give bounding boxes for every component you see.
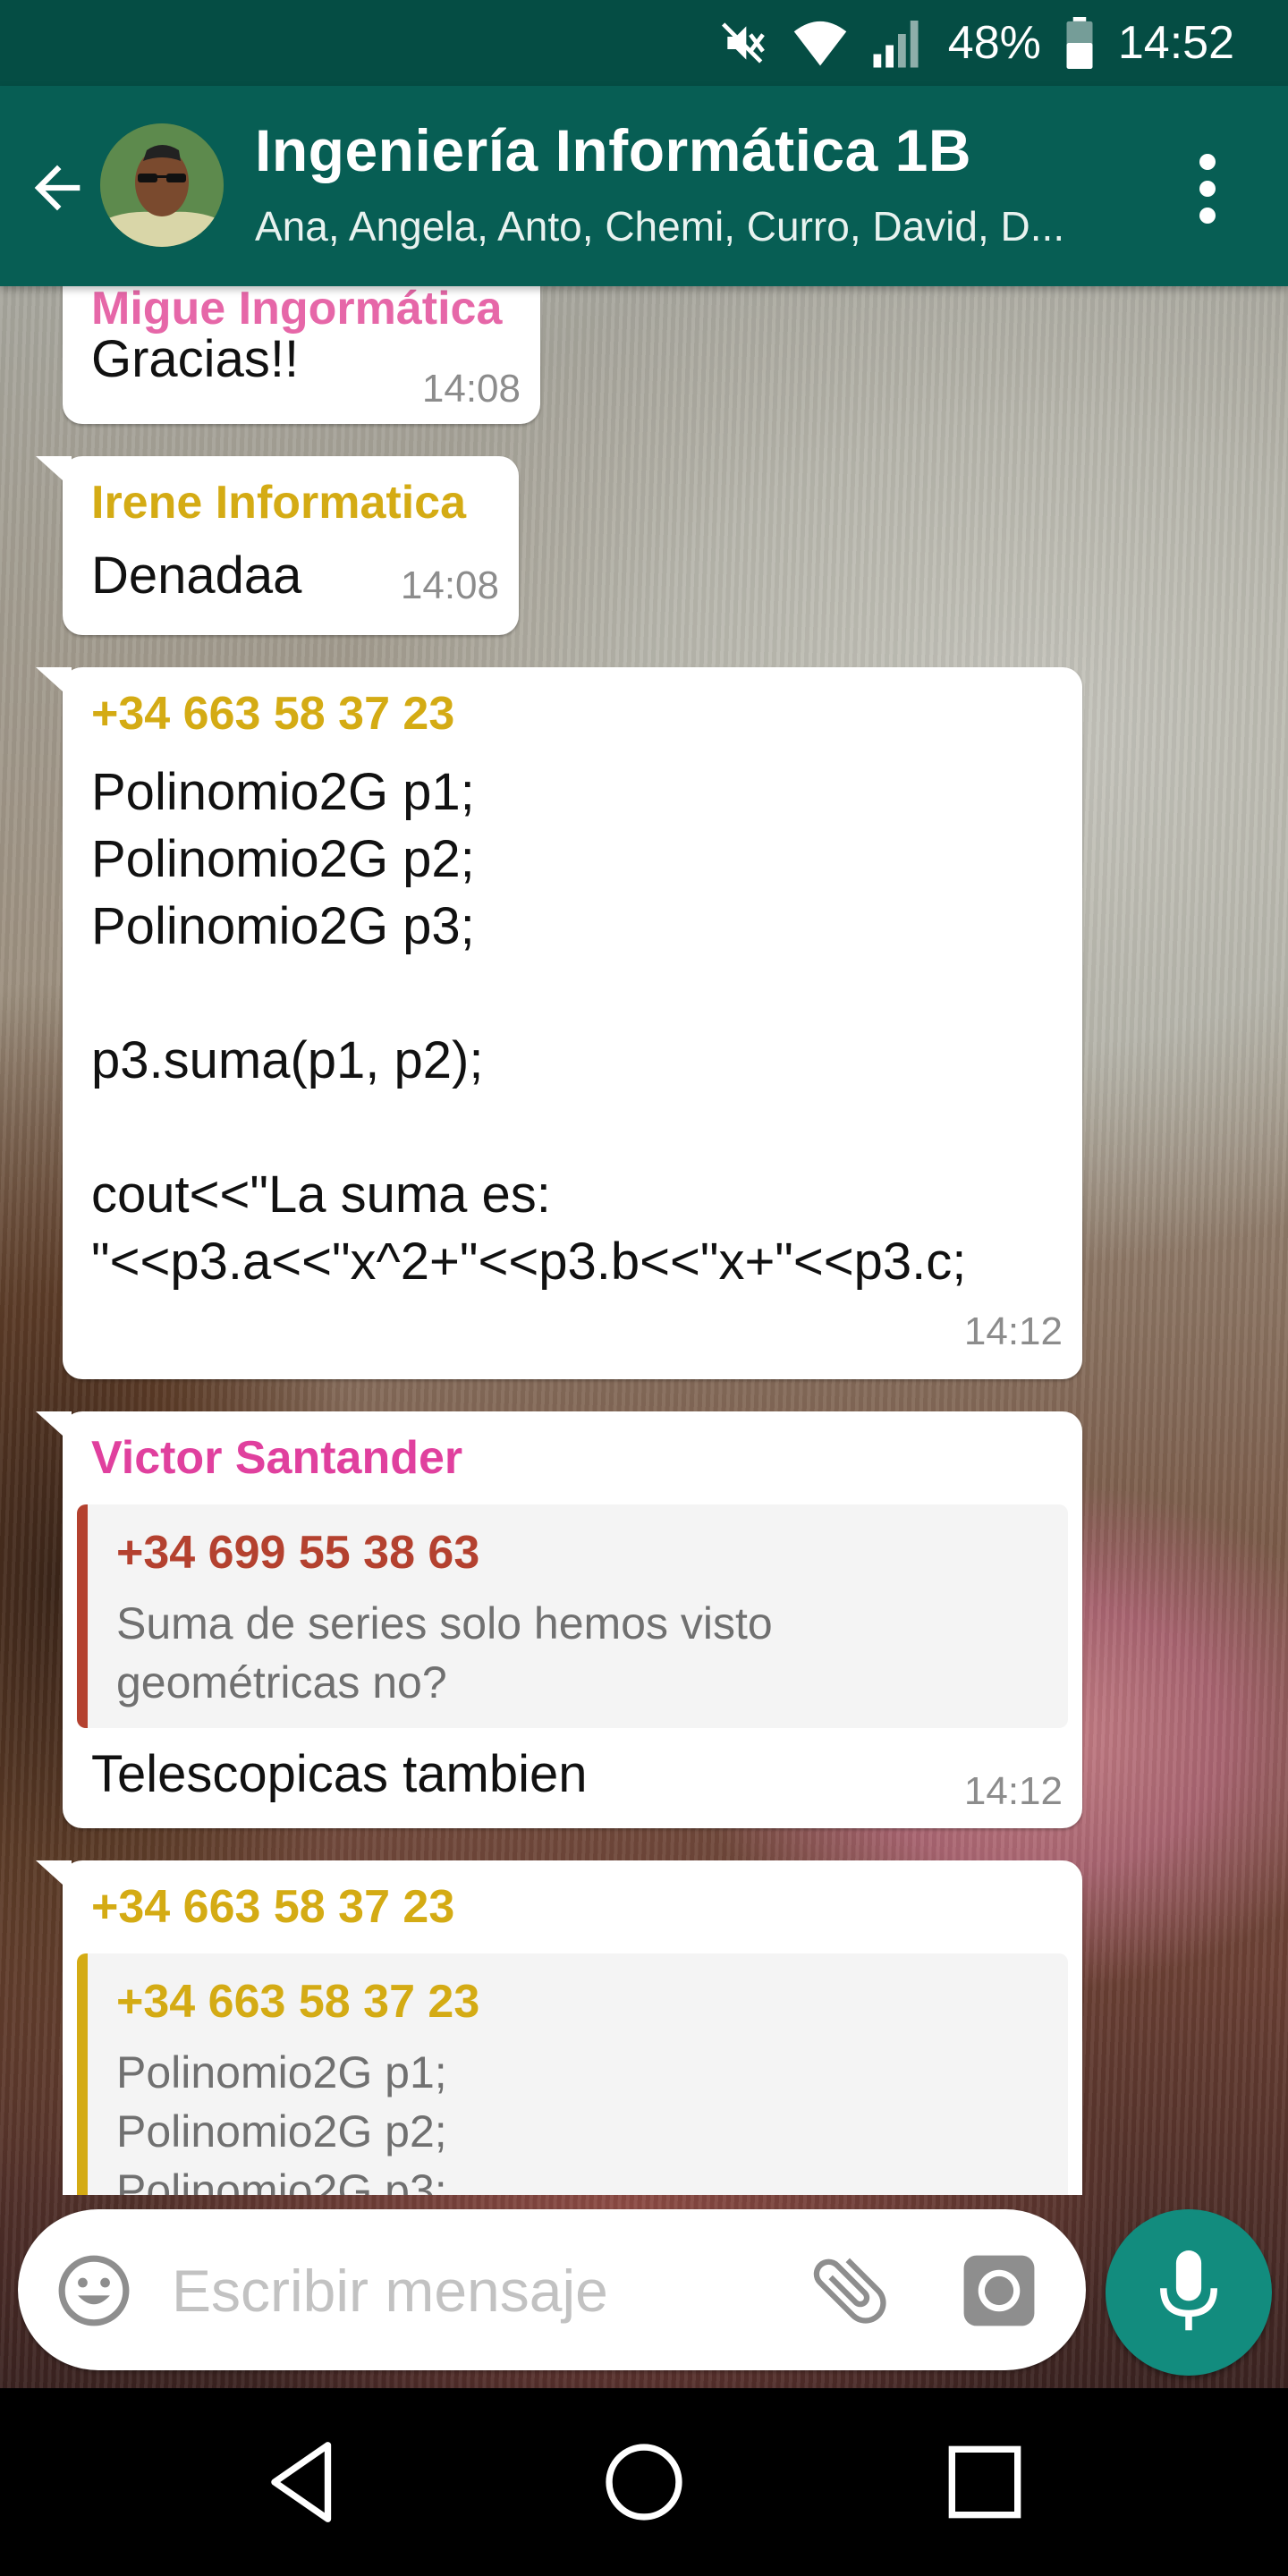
participants-list[interactable]: Ana, Angela, Anto, Chemi, Curro, David, … bbox=[255, 202, 1131, 250]
message-input[interactable] bbox=[170, 2245, 674, 2336]
signal-icon bbox=[871, 18, 925, 68]
message-bubble[interactable]: Irene Informatica Denadaa 14:08 bbox=[36, 456, 519, 635]
status-bar: 48% 14:52 bbox=[0, 0, 1288, 86]
camera-icon[interactable] bbox=[961, 2252, 1038, 2329]
message-bubble[interactable]: Migue Ingormática Gracias!! 14:08 bbox=[63, 286, 540, 424]
message-sender[interactable]: Victor Santander bbox=[91, 1431, 462, 1485]
message-text: Polinomio2G p1; Polinomio2G p2; Polinomi… bbox=[91, 763, 967, 1291]
back-triangle-icon[interactable] bbox=[254, 2433, 352, 2531]
quote-author: +34 699 55 38 63 bbox=[116, 1527, 480, 1579]
quote-author: +34 663 58 37 23 bbox=[116, 1976, 480, 2028]
mic-icon bbox=[1160, 2250, 1217, 2331]
more-options-icon[interactable] bbox=[1181, 148, 1234, 229]
home-circle-icon[interactable] bbox=[595, 2433, 693, 2531]
quote-text: Suma de series solo hemos visto geométri… bbox=[116, 1598, 773, 1707]
mute-icon bbox=[719, 18, 769, 68]
emoji-icon[interactable] bbox=[55, 2252, 132, 2329]
chat-title[interactable]: Ingeniería Informática 1B bbox=[255, 116, 971, 184]
message-sender[interactable]: Irene Informatica bbox=[91, 476, 466, 530]
message-text: Telescopicas tambien bbox=[91, 1745, 588, 1803]
paperclip-icon[interactable] bbox=[805, 2245, 894, 2334]
message-list[interactable]: Migue Ingormática Gracias!! 14:08 Irene … bbox=[0, 286, 1288, 2195]
message-text: Gracias!! bbox=[91, 330, 300, 388]
message-sender[interactable]: +34 663 58 37 23 bbox=[91, 1880, 454, 1934]
message-sender[interactable]: +34 663 58 37 23 bbox=[91, 687, 454, 741]
message-text: Denadaa bbox=[91, 547, 302, 605]
system-nav-bar bbox=[0, 2388, 1288, 2576]
quoted-message[interactable]: +34 699 55 38 63 Suma de series solo hem… bbox=[77, 1504, 1068, 1728]
group-avatar[interactable] bbox=[100, 123, 224, 247]
chat-header: Ingeniería Informática 1B Ana, Angela, A… bbox=[0, 86, 1288, 286]
message-time: 14:08 bbox=[400, 564, 499, 607]
back-arrow-icon[interactable] bbox=[23, 154, 91, 222]
quote-accent-bar bbox=[77, 1953, 88, 2195]
message-time: 14:12 bbox=[963, 1309, 1063, 1353]
message-time: 14:08 bbox=[421, 367, 521, 411]
wifi-icon bbox=[792, 18, 848, 68]
quote-accent-bar bbox=[77, 1504, 88, 1728]
mic-button[interactable] bbox=[1106, 2209, 1272, 2376]
recents-square-icon[interactable] bbox=[936, 2433, 1034, 2531]
battery-level: 48% bbox=[947, 17, 1041, 69]
clock: 14:52 bbox=[1117, 17, 1234, 69]
quoted-message[interactable]: +34 663 58 37 23 Polinomio2G p1; Polinom… bbox=[77, 1953, 1068, 2195]
message-time: 14:12 bbox=[963, 1769, 1063, 1813]
battery-icon bbox=[1064, 17, 1095, 69]
quote-text: Polinomio2G p1; Polinomio2G p2; Polinomi… bbox=[116, 2047, 447, 2195]
message-bubble[interactable]: Victor Santander +34 699 55 38 63 Suma d… bbox=[36, 1411, 1082, 1828]
message-bubble[interactable]: +34 663 58 37 23 Polinomio2G p1; Polinom… bbox=[36, 667, 1082, 1379]
message-composer bbox=[18, 2209, 1086, 2370]
message-bubble[interactable]: +34 663 58 37 23 +34 663 58 37 23 Polino… bbox=[36, 1860, 1082, 2195]
